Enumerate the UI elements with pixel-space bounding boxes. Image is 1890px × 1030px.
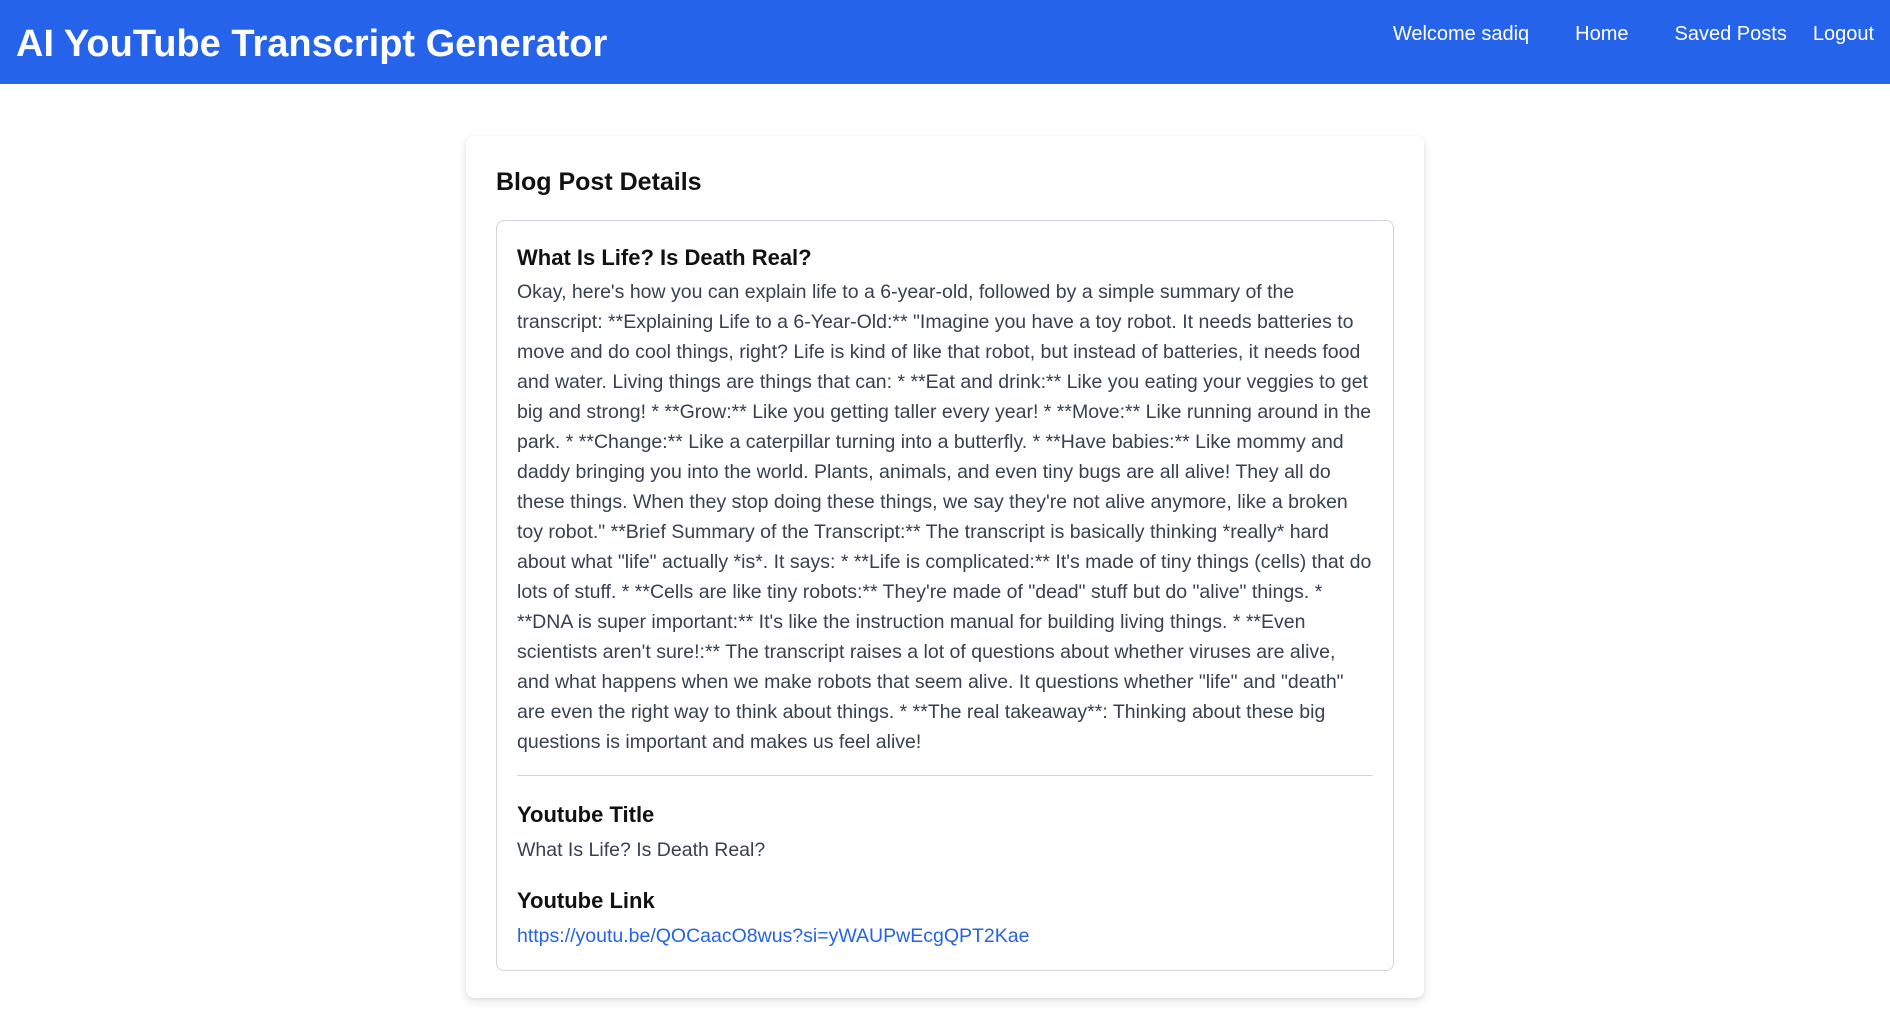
post-body: Okay, here's how you can explain life to… [517,281,1372,753]
youtube-link[interactable]: https://youtu.be/QOCaacO8wus?si=yWAUPwEc… [517,922,1029,950]
divider [517,775,1373,776]
youtube-title-value: What Is Life? Is Death Real? [517,839,766,861]
page-heading: Blog Post Details [496,168,702,196]
nav-logout-link[interactable]: Logout [1813,23,1874,46]
youtube-title-label: Youtube Title [517,802,655,827]
nav-saved-posts-link[interactable]: Saved Posts [1675,23,1787,46]
blog-post-box: What Is Life? Is Death Real? Okay, here'… [496,220,1394,971]
nav-links: Welcome sadiq Home Saved Posts Logout [1393,0,1874,84]
blog-post-details-card: Blog Post Details What Is Life? Is Death… [466,136,1424,998]
youtube-link-label: Youtube Link [517,888,655,913]
post-title: What Is Life? Is Death Real? [517,245,812,270]
app-title: AI YouTube Transcript Generator [16,22,608,65]
nav-home-link[interactable]: Home [1575,23,1628,46]
top-navbar: AI YouTube Transcript Generator Welcome … [0,0,1890,84]
welcome-text: Welcome sadiq [1392,22,1530,45]
